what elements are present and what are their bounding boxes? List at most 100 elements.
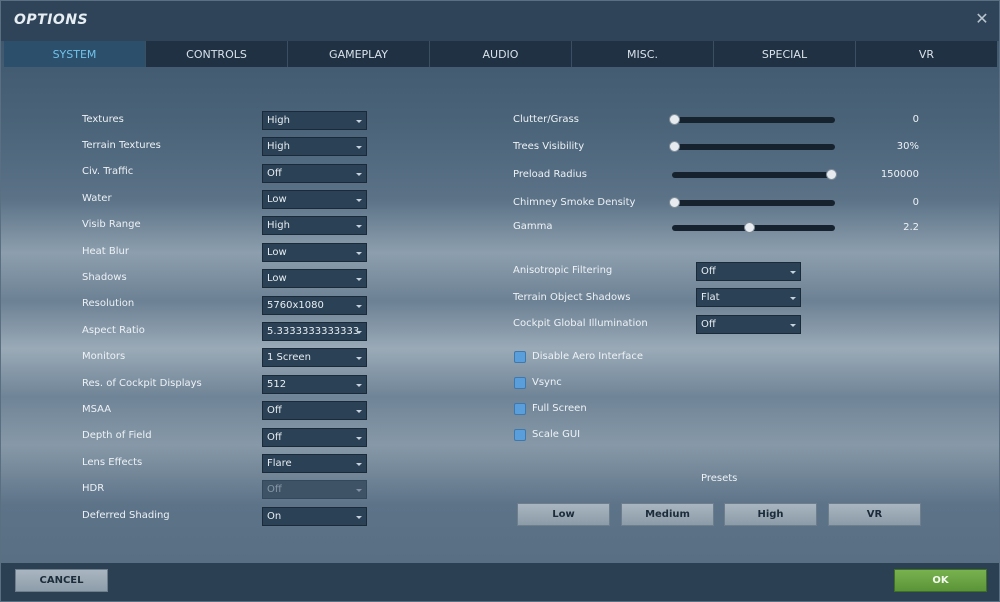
slider-handle[interactable] <box>669 197 680 208</box>
chevron-down-icon <box>356 384 362 387</box>
clutter-grass-value: 0 <box>912 114 919 125</box>
deferred-shading-value: On <box>267 511 282 522</box>
preload-radius-value: 150000 <box>880 169 919 180</box>
cancel-button[interactable]: CANCEL <box>15 569 108 592</box>
slider-handle[interactable] <box>669 141 680 152</box>
visib-range-value: High <box>267 220 290 231</box>
depth-of-field-value: Off <box>267 432 282 443</box>
window-title: OPTIONS <box>14 12 89 28</box>
visib-range-label: Visib Range <box>82 219 141 230</box>
anisotropic-filtering-dropdown[interactable]: Off <box>696 262 801 281</box>
tab-system[interactable]: SYSTEM <box>4 41 145 67</box>
chimney-smoke-label: Chimney Smoke Density <box>513 197 636 208</box>
tab-gameplay[interactable]: GAMEPLAY <box>287 41 429 67</box>
slider-handle[interactable] <box>669 114 680 125</box>
full-screen-label: Full Screen <box>532 403 587 414</box>
terrain-object-shadows-dropdown[interactable]: Flat <box>696 288 801 307</box>
tab-vr[interactable]: VR <box>855 41 997 67</box>
trees-visibility-label: Trees Visibility <box>513 141 585 152</box>
footer-bar <box>1 563 999 601</box>
preset-low-button[interactable]: Low <box>517 503 610 526</box>
chevron-down-icon <box>356 463 362 466</box>
depth-of-field-dropdown[interactable]: Off <box>262 428 367 447</box>
anisotropic-filtering-value: Off <box>701 266 716 277</box>
vsync-checkbox[interactable] <box>514 377 526 389</box>
resolution-dropdown[interactable]: 5760x1080 <box>262 296 367 315</box>
heat-blur-label: Heat Blur <box>82 246 129 257</box>
terrain-object-shadows-value: Flat <box>701 292 720 303</box>
water-dropdown[interactable]: Low <box>262 190 367 209</box>
cockpit-gi-value: Off <box>701 319 716 330</box>
cockpit-displays-dropdown[interactable]: 512 <box>262 375 367 394</box>
depth-of-field-label: Depth of Field <box>82 430 152 441</box>
scale-gui-label: Scale GUI <box>532 429 581 440</box>
trees-visibility-slider[interactable] <box>672 144 835 150</box>
heat-blur-dropdown[interactable]: Low <box>262 243 367 262</box>
options-window: OPTIONS ✕ SYSTEM CONTROLS GAMEPLAY AUDIO… <box>0 0 1000 602</box>
monitors-label: Monitors <box>82 351 126 362</box>
resolution-label: Resolution <box>82 298 135 309</box>
chevron-down-icon <box>356 305 362 308</box>
preload-radius-label: Preload Radius <box>513 169 587 180</box>
monitors-dropdown[interactable]: 1 Screen <box>262 348 367 367</box>
chevron-down-icon <box>356 278 362 281</box>
hdr-label: HDR <box>82 483 105 494</box>
hdr-dropdown: Off <box>262 480 367 499</box>
tab-bar: SYSTEM CONTROLS GAMEPLAY AUDIO MISC. SPE… <box>4 41 997 67</box>
lens-effects-value: Flare <box>267 458 292 469</box>
presets-title: Presets <box>701 473 738 484</box>
slider-handle[interactable] <box>744 222 756 233</box>
ok-button[interactable]: OK <box>894 569 987 592</box>
tab-audio[interactable]: AUDIO <box>429 41 571 67</box>
textures-label: Textures <box>82 114 124 125</box>
chevron-down-icon <box>356 489 362 492</box>
cockpit-gi-label: Cockpit Global Illumination <box>513 318 648 329</box>
scale-gui-checkbox[interactable] <box>514 429 526 441</box>
aspect-ratio-dropdown[interactable]: 5.3333333333333 <box>262 322 367 341</box>
chevron-down-icon <box>356 146 362 149</box>
full-screen-checkbox[interactable] <box>514 403 526 415</box>
chevron-down-icon <box>356 173 362 176</box>
gamma-label: Gamma <box>513 221 553 232</box>
close-icon[interactable]: ✕ <box>975 11 989 27</box>
shadows-dropdown[interactable]: Low <box>262 269 367 288</box>
chevron-down-icon <box>790 297 796 300</box>
chevron-down-icon <box>356 516 362 519</box>
preset-medium-button[interactable]: Medium <box>621 503 714 526</box>
slider-handle[interactable] <box>826 169 837 180</box>
preset-high-button[interactable]: High <box>724 503 817 526</box>
aspect-ratio-label: Aspect Ratio <box>82 325 145 336</box>
shadows-value: Low <box>267 273 287 284</box>
tab-misc[interactable]: MISC. <box>571 41 713 67</box>
chimney-smoke-slider[interactable] <box>672 200 835 206</box>
clutter-grass-slider[interactable] <box>672 117 835 123</box>
shadows-label: Shadows <box>82 272 127 283</box>
textures-dropdown[interactable]: High <box>262 111 367 130</box>
tab-special[interactable]: SPECIAL <box>713 41 855 67</box>
visib-range-dropdown[interactable]: High <box>262 216 367 235</box>
cockpit-gi-dropdown[interactable]: Off <box>696 315 801 334</box>
preset-vr-button[interactable]: VR <box>828 503 921 526</box>
resolution-value: 5760x1080 <box>267 300 324 311</box>
civ-traffic-value: Off <box>267 168 282 179</box>
monitors-value: 1 Screen <box>267 352 311 363</box>
terrain-object-shadows-label: Terrain Object Shadows <box>513 292 631 303</box>
preload-radius-slider[interactable] <box>672 172 835 178</box>
water-value: Low <box>267 194 287 205</box>
chevron-down-icon <box>356 252 362 255</box>
msaa-dropdown[interactable]: Off <box>262 401 367 420</box>
aspect-ratio-value: 5.3333333333333 <box>267 326 360 337</box>
disable-aero-checkbox[interactable] <box>514 351 526 363</box>
deferred-shading-dropdown[interactable]: On <box>262 507 367 526</box>
terrain-textures-value: High <box>267 141 290 152</box>
water-label: Water <box>82 193 112 204</box>
heat-blur-value: Low <box>267 247 287 258</box>
tab-controls[interactable]: CONTROLS <box>145 41 287 67</box>
terrain-textures-dropdown[interactable]: High <box>262 137 367 156</box>
lens-effects-dropdown[interactable]: Flare <box>262 454 367 473</box>
clutter-grass-label: Clutter/Grass <box>513 114 579 125</box>
anisotropic-filtering-label: Anisotropic Filtering <box>513 265 613 276</box>
lens-effects-label: Lens Effects <box>82 457 143 468</box>
chevron-down-icon <box>356 357 362 360</box>
civ-traffic-dropdown[interactable]: Off <box>262 164 367 183</box>
